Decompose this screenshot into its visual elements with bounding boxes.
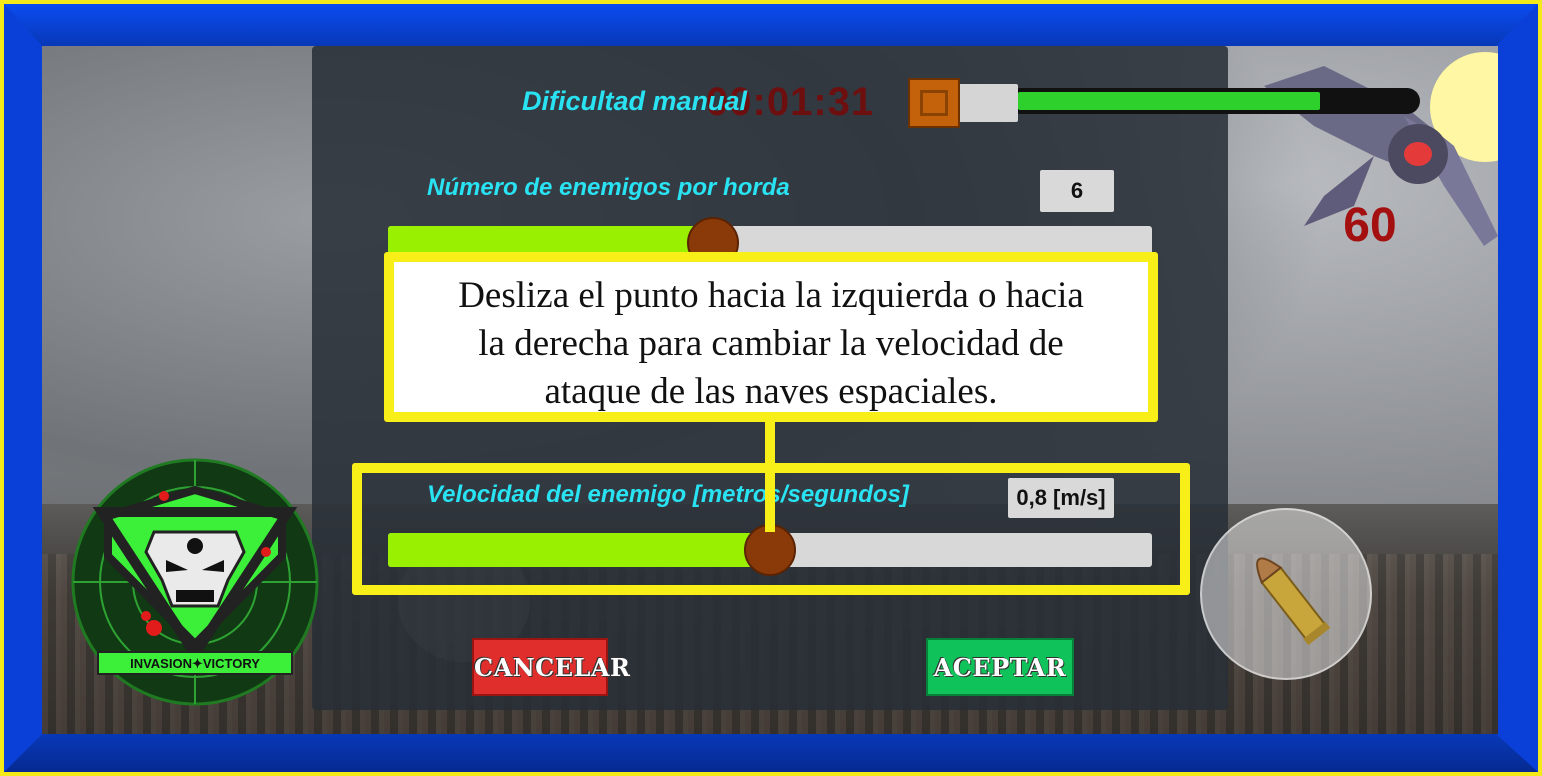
tooltip-line-2: la derecha para cambiar la velocidad de — [478, 323, 1064, 364]
difficulty-toggle[interactable] — [908, 78, 960, 128]
difficulty-bar[interactable] — [1008, 88, 1420, 114]
enemies-value: 6 — [1040, 170, 1114, 212]
accept-button[interactable]: ACEPTAR — [926, 638, 1074, 696]
tooltip-line-3: ataque de las naves espaciales. — [544, 371, 998, 412]
logo-banner-text: INVASION✦VICTORY — [130, 656, 260, 671]
difficulty-label: Dificultad manual — [522, 86, 748, 116]
frame-bevel-right — [1496, 4, 1538, 772]
tooltip-connector — [765, 422, 775, 532]
frame-bevel-top — [4, 4, 1538, 46]
fire-button[interactable] — [1200, 508, 1372, 680]
frame-bevel-bottom — [4, 734, 1538, 772]
difficulty-bar-fill — [1018, 92, 1320, 110]
frame-bevel-left — [4, 4, 42, 772]
game-logo: INVASION✦VICTORY — [71, 458, 319, 706]
difficulty-toggle-inner — [920, 90, 948, 116]
score-counter: 60 — [1343, 199, 1397, 252]
tutorial-tooltip: Desliza el punto hacia la izquierda o ha… — [384, 252, 1158, 422]
bullet-icon — [1256, 557, 1331, 646]
tooltip-line-1: Desliza el punto hacia la izquierda o ha… — [458, 275, 1084, 316]
difficulty-handle-track — [958, 84, 1018, 122]
cancel-button[interactable]: CANCELAR — [472, 638, 630, 696]
enemies-label: Número de enemigos por horda — [427, 174, 790, 201]
